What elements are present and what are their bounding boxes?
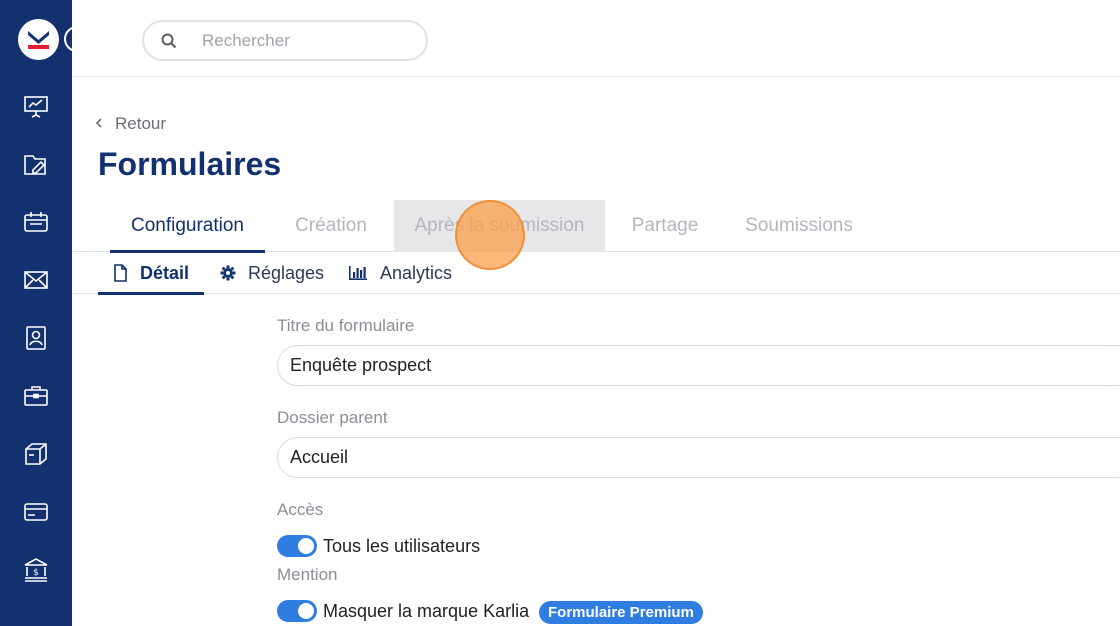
subtab-detail-label: Détail (140, 262, 190, 283)
parent-folder-value: Accueil (290, 447, 349, 467)
chevron-left-icon (95, 116, 103, 132)
subtab-settings-label: Réglages (248, 262, 325, 283)
tab-submissions[interactable]: Soumissions (734, 200, 864, 252)
bank-icon[interactable]: $ (22, 556, 50, 584)
sub-tabs: Détail Réglages Analytics (72, 252, 1120, 295)
document-icon (113, 264, 128, 282)
svg-text:$: $ (33, 568, 39, 578)
tab-sharing[interactable]: Partage (620, 200, 710, 252)
bar-chart-icon (348, 265, 368, 281)
search-icon (144, 33, 194, 49)
app-logo[interactable] (18, 19, 59, 60)
credit-card-icon[interactable] (22, 498, 50, 526)
tab-configuration[interactable]: Configuration (110, 200, 265, 253)
parent-folder-label: Dossier parent (277, 408, 388, 427)
briefcase-icon[interactable] (22, 382, 50, 410)
sidebar: $ (0, 0, 90, 626)
premium-badge: Formulaire Premium (539, 601, 703, 624)
form-title-field[interactable]: Enquête prospect (277, 345, 1120, 386)
subtab-analytics[interactable]: Analytics (348, 252, 452, 294)
search-box[interactable] (142, 20, 428, 61)
calendar-icon[interactable] (22, 208, 50, 236)
access-toggle-label: Tous les utilisateurs (323, 536, 481, 556)
gear-icon (220, 265, 236, 281)
mail-icon[interactable] (22, 266, 50, 294)
parent-folder-select[interactable]: Accueil (277, 437, 1120, 478)
tab-after-submission[interactable]: Après la soumission (394, 200, 605, 252)
back-link[interactable]: Retour (95, 114, 166, 134)
top-bar (72, 0, 1120, 77)
subtab-analytics-label: Analytics (380, 262, 453, 283)
subtab-settings[interactable]: Réglages (220, 252, 324, 294)
access-label: Accès (277, 500, 324, 519)
back-label: Retour (115, 114, 167, 133)
contact-card-icon[interactable] (22, 324, 50, 352)
hide-brand-toggle-label: Masquer la marque Karlia (323, 601, 530, 621)
mention-label: Mention (277, 565, 338, 584)
folder-edit-icon[interactable] (22, 150, 50, 178)
search-input[interactable] (202, 30, 412, 51)
form-title-label: Titre du formulaire (277, 316, 415, 335)
presentation-icon[interactable] (22, 92, 50, 120)
form-title-value: Enquête prospect (290, 355, 432, 375)
page-title: Formulaires (98, 146, 282, 182)
main-tabs: Configuration Création Après la soumissi… (72, 200, 1120, 253)
hide-brand-toggle[interactable] (277, 600, 317, 622)
box-icon[interactable] (22, 440, 50, 468)
access-toggle[interactable] (277, 535, 317, 557)
tab-creation[interactable]: Création (281, 200, 381, 252)
subtab-detail[interactable]: Détail (98, 252, 204, 295)
